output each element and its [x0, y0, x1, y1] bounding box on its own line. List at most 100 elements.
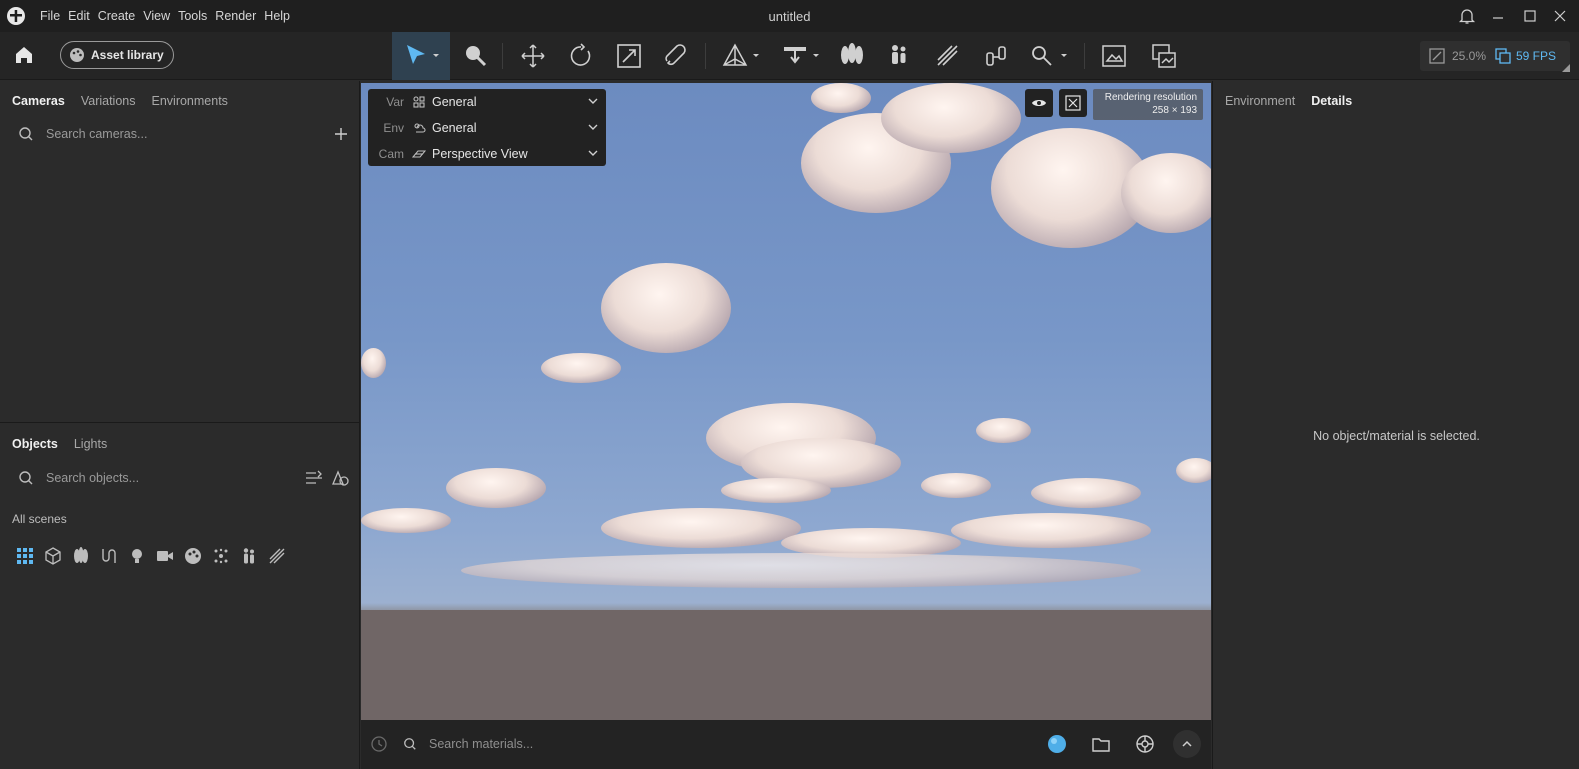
place-tool-button[interactable]	[718, 32, 766, 80]
people-icon[interactable]	[240, 547, 258, 565]
palette-icon[interactable]	[184, 547, 202, 565]
minimize-icon[interactable]	[1490, 7, 1506, 25]
scale-tool-button[interactable]	[611, 32, 647, 80]
lightning-icon[interactable]	[268, 547, 286, 565]
menu-help[interactable]: Help	[264, 9, 290, 23]
tab-details[interactable]: Details	[1311, 94, 1352, 108]
camera-dropdown[interactable]: Cam Perspective View	[368, 141, 606, 166]
scatter-plants-button[interactable]	[834, 32, 870, 80]
camera-search[interactable]: Search cameras...	[18, 126, 147, 142]
home-icon[interactable]	[13, 44, 35, 66]
menu-render[interactable]: Render	[215, 9, 256, 23]
resolution-scale-value: 25.0%	[1452, 49, 1487, 63]
tab-lights[interactable]: Lights	[74, 437, 107, 451]
chevron-down-icon	[588, 98, 598, 104]
close-icon[interactable]	[1552, 7, 1568, 25]
curve-icon[interactable]	[100, 547, 118, 565]
select-tool-button[interactable]	[392, 32, 450, 80]
toolbar-divider	[502, 43, 503, 69]
camera-icon[interactable]	[156, 547, 174, 565]
cube-icon[interactable]	[44, 547, 62, 565]
snap-tool-button[interactable]	[659, 32, 695, 80]
asset-library-label: Asset library	[91, 48, 164, 62]
empty-selection-message: No object/material is selected.	[1313, 429, 1480, 443]
add-camera-icon[interactable]	[334, 127, 348, 141]
visibility-toggle-button[interactable]	[1025, 89, 1053, 117]
camera-value: Perspective View	[432, 146, 528, 161]
tab-environment[interactable]: Environment	[1225, 94, 1295, 108]
maximize-icon[interactable]	[1522, 7, 1538, 25]
tab-cameras[interactable]: Cameras	[12, 94, 65, 108]
menu-file[interactable]: File	[40, 9, 60, 23]
render-image-button[interactable]	[1096, 32, 1132, 80]
material-history-icon[interactable]	[370, 735, 388, 753]
path-icon	[937, 45, 958, 66]
all-scenes-label[interactable]: All scenes	[12, 512, 67, 526]
material-sphere-icon[interactable]	[1047, 734, 1067, 754]
shapes-icon[interactable]	[332, 470, 350, 486]
filter-options-icon[interactable]	[305, 470, 323, 486]
ground-plane	[361, 610, 1211, 720]
bulb-icon[interactable]	[128, 547, 146, 565]
object-search[interactable]: Search objects...	[18, 470, 139, 486]
environment-label: Env	[383, 120, 404, 135]
grid-icon[interactable]	[16, 547, 34, 565]
folder-icon[interactable]	[1091, 734, 1111, 754]
environment-dropdown[interactable]: Env General	[368, 115, 606, 140]
object-type-filters	[16, 547, 286, 565]
object-search-input[interactable]: Search objects...	[46, 471, 139, 485]
rig-tool-button[interactable]	[978, 32, 1014, 80]
inspect-tool-button[interactable]	[1026, 32, 1074, 80]
resolution-scale-icon[interactable]	[1428, 47, 1446, 65]
scale-icon	[617, 44, 641, 68]
environment-value: General	[432, 120, 477, 135]
palette-icon	[70, 48, 84, 62]
rendering-resolution-box: Rendering resolution 258 × 193	[1093, 89, 1203, 120]
drop-tool-button[interactable]	[778, 32, 826, 80]
magnet-icon	[665, 44, 686, 66]
pyramid-icon	[722, 43, 759, 66]
move-tool-button[interactable]	[515, 32, 551, 80]
performance-stats: 25.0% 59 FPS	[1420, 41, 1570, 71]
right-panel: Environment Details No object/material i…	[1212, 81, 1579, 769]
menu-view[interactable]: View	[143, 9, 170, 23]
path-tool-button[interactable]	[930, 32, 966, 80]
plant-icon[interactable]	[72, 547, 90, 565]
bell-icon[interactable]	[1458, 7, 1476, 25]
camera-search-input[interactable]: Search cameras...	[46, 127, 147, 141]
tab-variations[interactable]: Variations	[81, 94, 136, 108]
rendering-resolution-title: Rendering resolution	[1104, 92, 1197, 103]
variation-dropdown[interactable]: Var General	[368, 89, 606, 114]
rotate-tool-button[interactable]	[563, 32, 599, 80]
material-brush-icon	[466, 46, 487, 67]
people-tool-button[interactable]	[882, 32, 918, 80]
menu-tools[interactable]: Tools	[178, 9, 207, 23]
panel-divider[interactable]	[0, 422, 360, 423]
scene-tabs: Cameras Variations Environments	[12, 94, 228, 108]
material-settings-icon[interactable]	[1135, 734, 1155, 754]
fps-icon	[1495, 48, 1511, 64]
expand-icon	[1065, 95, 1081, 111]
material-search-input[interactable]: Search materials...	[429, 737, 533, 751]
expand-materials-button[interactable]	[1173, 730, 1201, 758]
tab-environments[interactable]: Environments	[152, 94, 228, 108]
corner-resize-icon	[1562, 64, 1570, 72]
weather-icon	[414, 122, 426, 133]
people-icon	[892, 45, 906, 64]
toolbar-divider	[705, 43, 706, 69]
viewport-selectors: Var General Env General Cam Perspective …	[368, 89, 606, 166]
tab-objects[interactable]: Objects	[12, 437, 58, 451]
toolbar-divider	[1084, 43, 1085, 69]
material-picker-button[interactable]	[458, 32, 494, 80]
title-bar: File Edit Create View Tools Render Help …	[0, 0, 1579, 32]
render-animation-button[interactable]	[1146, 32, 1182, 80]
cursor-arrow-icon	[407, 45, 439, 64]
asset-library-button[interactable]: Asset library	[60, 41, 174, 69]
menu-edit[interactable]: Edit	[68, 9, 90, 23]
particles-icon[interactable]	[212, 547, 230, 565]
3d-viewport[interactable]: Var General Env General Cam Perspective …	[361, 83, 1211, 720]
menu-create[interactable]: Create	[98, 9, 136, 23]
chevron-up-icon	[1182, 740, 1192, 747]
camera-label: Cam	[378, 146, 404, 161]
fullscreen-button[interactable]	[1059, 89, 1087, 117]
